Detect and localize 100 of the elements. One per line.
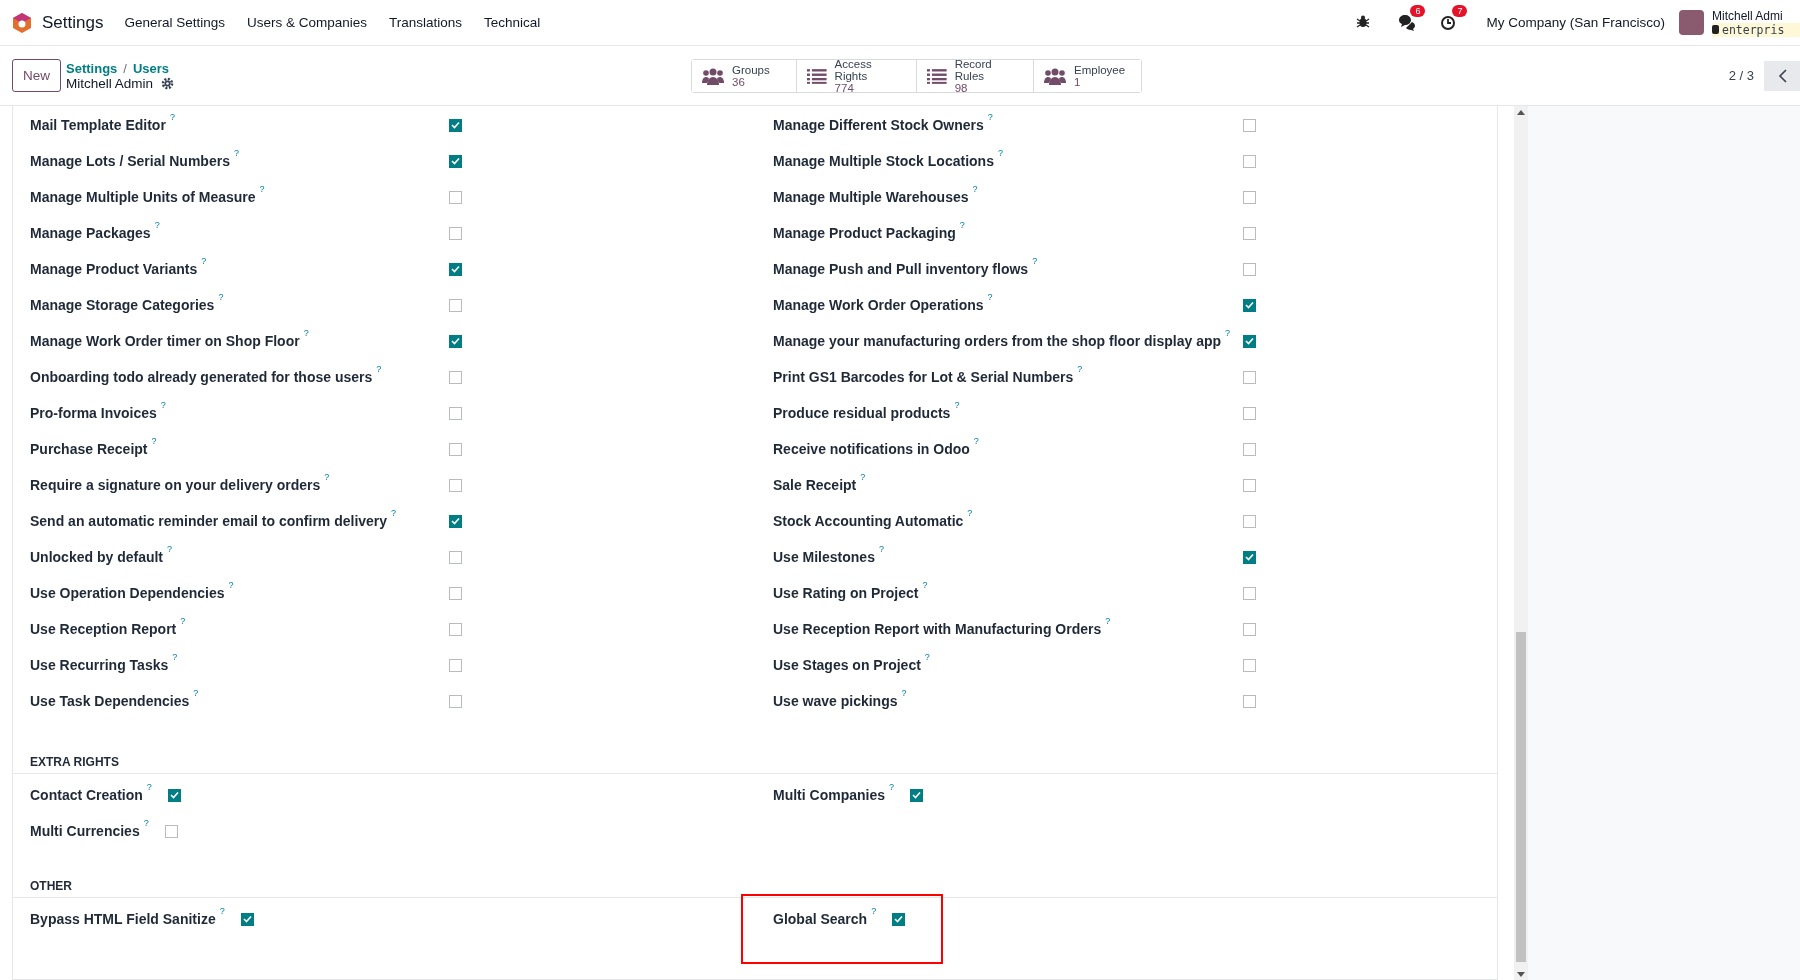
checkbox[interactable] bbox=[449, 514, 462, 528]
help-tooltip-mark[interactable]: ? bbox=[987, 292, 993, 313]
checkbox[interactable] bbox=[449, 190, 462, 204]
stat-button[interactable]: Groups 36 bbox=[692, 59, 797, 92]
help-tooltip-mark[interactable]: ? bbox=[924, 652, 930, 673]
checkbox[interactable] bbox=[449, 154, 462, 168]
help-tooltip-mark[interactable]: ? bbox=[871, 906, 877, 927]
checkbox[interactable] bbox=[449, 478, 462, 492]
field-label: Unlocked by default bbox=[30, 549, 164, 565]
checkbox[interactable] bbox=[1243, 298, 1256, 312]
checkbox[interactable] bbox=[892, 912, 906, 926]
checkbox[interactable] bbox=[1243, 622, 1256, 636]
help-tooltip-mark[interactable]: ? bbox=[1032, 256, 1038, 277]
checkbox[interactable] bbox=[1243, 406, 1256, 420]
help-tooltip-mark[interactable]: ? bbox=[228, 580, 234, 601]
help-tooltip-mark[interactable]: ? bbox=[167, 544, 173, 565]
checkbox[interactable] bbox=[449, 226, 462, 240]
previous-button[interactable] bbox=[1764, 60, 1800, 91]
field-label: Manage Packages bbox=[30, 225, 151, 241]
checkbox[interactable] bbox=[164, 824, 178, 838]
help-tooltip-mark[interactable]: ? bbox=[973, 436, 979, 457]
help-tooltip-mark[interactable]: ? bbox=[259, 184, 265, 205]
help-tooltip-mark[interactable]: ? bbox=[233, 148, 239, 169]
help-tooltip-mark[interactable]: ? bbox=[376, 364, 382, 385]
help-tooltip-mark[interactable]: ? bbox=[201, 256, 207, 277]
help-tooltip-mark[interactable]: ? bbox=[987, 112, 993, 133]
checkbox[interactable] bbox=[1243, 334, 1256, 348]
help-tooltip-mark[interactable]: ? bbox=[160, 400, 166, 421]
systray-chat-button[interactable] bbox=[1398, 13, 1417, 32]
company-switcher[interactable]: My Company (San Francisco) bbox=[1486, 15, 1665, 30]
checkbox[interactable] bbox=[1243, 586, 1256, 600]
checkbox[interactable] bbox=[1243, 262, 1256, 276]
field-label: Receive notifications in Odoo bbox=[773, 441, 970, 457]
checkbox[interactable] bbox=[1243, 550, 1256, 564]
checkbox[interactable] bbox=[240, 912, 254, 926]
help-tooltip-mark[interactable]: ? bbox=[151, 436, 157, 457]
checkbox[interactable] bbox=[449, 658, 462, 672]
checkbox[interactable] bbox=[449, 370, 462, 384]
checkbox[interactable] bbox=[1243, 154, 1256, 168]
checkbox[interactable] bbox=[449, 298, 462, 312]
menu-item[interactable]: Users & Companies bbox=[247, 15, 368, 30]
app-title[interactable]: Settings bbox=[42, 12, 104, 33]
checkbox[interactable] bbox=[1243, 694, 1256, 708]
help-tooltip-mark[interactable]: ? bbox=[169, 112, 175, 133]
menu-item[interactable]: Translations bbox=[389, 15, 463, 30]
checkbox[interactable] bbox=[910, 788, 924, 802]
checkbox[interactable] bbox=[1243, 658, 1256, 672]
checkbox[interactable] bbox=[449, 550, 462, 564]
checkbox[interactable] bbox=[449, 406, 462, 420]
help-tooltip-mark[interactable]: ? bbox=[1225, 328, 1231, 349]
checkbox[interactable] bbox=[449, 334, 462, 348]
checkbox[interactable] bbox=[449, 262, 462, 276]
help-tooltip-mark[interactable]: ? bbox=[180, 616, 186, 637]
help-tooltip-mark[interactable]: ? bbox=[154, 220, 160, 241]
help-tooltip-mark[interactable]: ? bbox=[959, 220, 965, 241]
field-label: Manage Multiple Warehouses bbox=[773, 189, 969, 205]
field-label: Manage Multiple Stock Locations bbox=[773, 153, 994, 169]
help-tooltip-mark[interactable]: ? bbox=[901, 688, 907, 709]
help-tooltip-mark[interactable]: ? bbox=[972, 184, 978, 205]
checkbox[interactable] bbox=[449, 586, 462, 600]
help-tooltip-mark[interactable]: ? bbox=[303, 328, 309, 349]
field-label: Mail Template Editor bbox=[30, 117, 166, 133]
help-tooltip-mark[interactable]: ? bbox=[1077, 364, 1083, 385]
menu-item[interactable]: General Settings bbox=[124, 15, 225, 30]
help-tooltip-mark[interactable]: ? bbox=[391, 508, 397, 529]
scrollbar[interactable] bbox=[1514, 106, 1528, 980]
help-tooltip-mark[interactable]: ? bbox=[860, 472, 866, 493]
avatar[interactable] bbox=[1679, 10, 1704, 35]
checkbox[interactable] bbox=[1243, 442, 1256, 456]
menu-item[interactable]: Technical bbox=[484, 15, 541, 30]
checkbox[interactable] bbox=[1243, 226, 1256, 240]
checkbox[interactable] bbox=[1243, 118, 1256, 132]
checkbox[interactable] bbox=[449, 622, 462, 636]
checkbox[interactable] bbox=[1243, 478, 1256, 492]
help-tooltip-mark[interactable]: ? bbox=[954, 400, 960, 421]
pager-value: 2 / 3 bbox=[1728, 68, 1754, 83]
help-tooltip-mark[interactable]: ? bbox=[143, 818, 149, 839]
help-tooltip-mark[interactable]: ? bbox=[967, 508, 973, 529]
breadcrumb-link[interactable]: Settings bbox=[66, 60, 118, 76]
checkbox[interactable] bbox=[449, 694, 462, 708]
help-tooltip-mark[interactable]: ? bbox=[324, 472, 330, 493]
help-tooltip-mark[interactable]: ? bbox=[219, 906, 225, 927]
help-tooltip-mark[interactable]: ? bbox=[922, 580, 928, 601]
checkbox[interactable] bbox=[449, 442, 462, 456]
help-tooltip-mark[interactable]: ? bbox=[146, 782, 152, 803]
breadcrumb-link[interactable]: Users bbox=[132, 60, 170, 76]
new-button[interactable]: New bbox=[12, 59, 61, 92]
help-tooltip-mark[interactable]: ? bbox=[878, 544, 884, 565]
checkbox[interactable] bbox=[1243, 370, 1256, 384]
help-tooltip-mark[interactable]: ? bbox=[218, 292, 224, 313]
checkbox[interactable] bbox=[1243, 190, 1256, 204]
checkbox[interactable] bbox=[167, 788, 181, 802]
count-badge: 7 bbox=[1452, 4, 1468, 17]
help-tooltip-mark[interactable]: ? bbox=[1105, 616, 1111, 637]
help-tooltip-mark[interactable]: ? bbox=[172, 652, 178, 673]
help-tooltip-mark[interactable]: ? bbox=[997, 148, 1003, 169]
help-tooltip-mark[interactable]: ? bbox=[889, 782, 895, 803]
help-tooltip-mark[interactable]: ? bbox=[193, 688, 199, 709]
checkbox[interactable] bbox=[1243, 514, 1256, 528]
checkbox[interactable] bbox=[449, 118, 462, 132]
